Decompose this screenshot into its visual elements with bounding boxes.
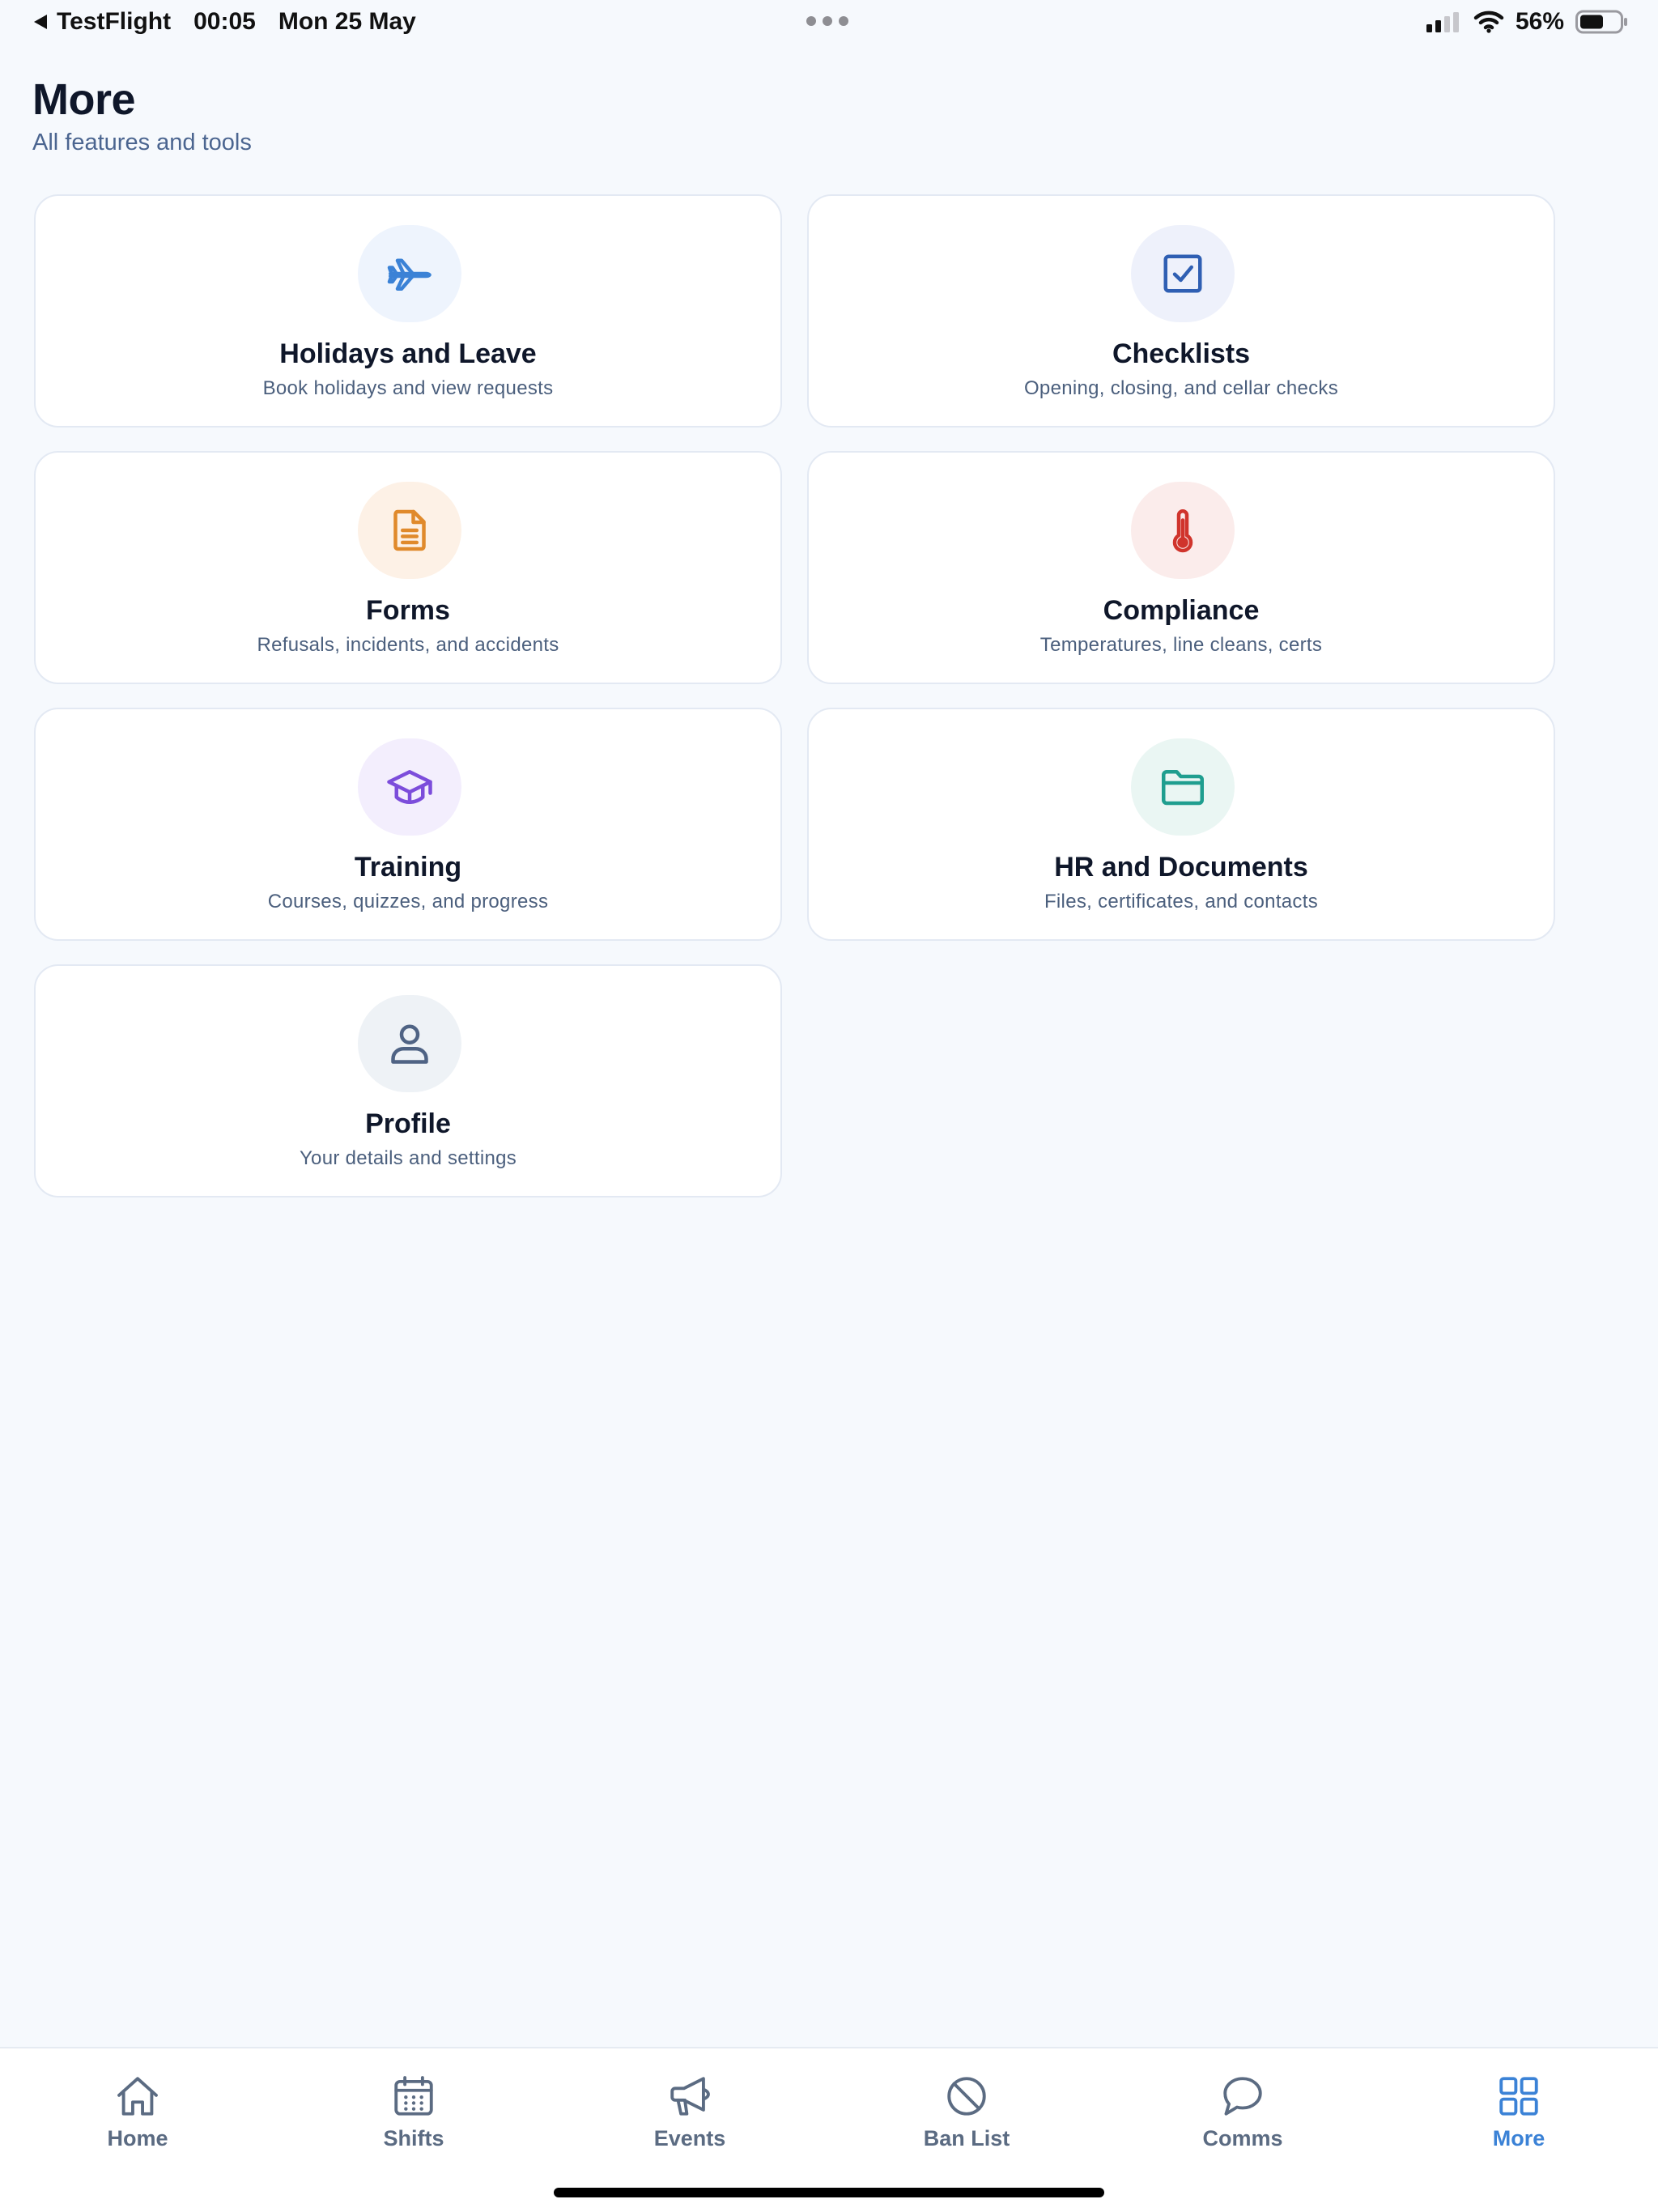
- card-forms[interactable]: Forms Refusals, incidents, and accidents: [34, 451, 782, 684]
- airplane-icon: [387, 258, 432, 291]
- tab-label: Events: [653, 2126, 726, 2150]
- card-description: Files, certificates, and contacts: [1044, 891, 1319, 912]
- more-screen: TestFlight 00:05 Mon 25 May 56% More All…: [0, 0, 1658, 2212]
- document-icon: [393, 509, 426, 551]
- tab-comms[interactable]: Comms: [1162, 2073, 1324, 2170]
- card-title: Compliance: [1103, 595, 1260, 626]
- card-icon-circle: [1131, 225, 1235, 322]
- battery-icon: [1575, 10, 1627, 34]
- tab-ban-list[interactable]: Ban List: [886, 2073, 1048, 2170]
- card-title: Forms: [366, 595, 450, 626]
- card-training[interactable]: Training Courses, quizzes, and progress: [34, 708, 782, 941]
- card-icon-circle: [358, 995, 461, 1092]
- card-description: Refusals, incidents, and accidents: [257, 634, 559, 656]
- thermometer-icon: [1172, 509, 1193, 553]
- card-compliance[interactable]: Compliance Temperatures, line cleans, ce…: [807, 451, 1555, 684]
- page-subtitle: All features and tools: [32, 130, 252, 155]
- tab-shifts[interactable]: Shifts: [333, 2073, 495, 2170]
- ban-icon: [947, 2077, 986, 2116]
- card-checklists[interactable]: Checklists Opening, closing, and cellar …: [807, 194, 1555, 428]
- status-bar: TestFlight 00:05 Mon 25 May 56%: [0, 0, 1658, 45]
- multitasking-dots-icon[interactable]: [806, 16, 848, 26]
- megaphone-icon: [670, 2077, 710, 2116]
- signal-icon: [1426, 12, 1459, 32]
- folder-icon: [1162, 770, 1204, 806]
- wifi-icon: [1473, 11, 1504, 33]
- back-app-label: TestFlight: [57, 8, 172, 35]
- calendar-icon: [394, 2076, 433, 2116]
- card-title: Checklists: [1112, 338, 1251, 369]
- tab-label: Ban List: [923, 2126, 1010, 2150]
- status-time: 00:05: [193, 8, 256, 35]
- card-icon-circle: [358, 225, 461, 322]
- card-title: Profile: [365, 1108, 451, 1139]
- card-icon-circle: [1131, 482, 1235, 579]
- tab-label: Shifts: [383, 2126, 444, 2150]
- tab-events[interactable]: Events: [609, 2073, 771, 2170]
- card-title: Training: [354, 852, 462, 883]
- chat-bubble-icon: [1223, 2077, 1262, 2116]
- card-icon-circle: [358, 482, 461, 579]
- card-description: Courses, quizzes, and progress: [267, 891, 549, 912]
- battery-percent: 56%: [1515, 8, 1564, 35]
- tab-home[interactable]: Home: [57, 2073, 219, 2170]
- home-indicator[interactable]: [554, 2188, 1104, 2197]
- card-description: Opening, closing, and cellar checks: [1023, 377, 1339, 399]
- card-hr-and-documents[interactable]: HR and Documents Files, certificates, an…: [807, 708, 1555, 941]
- card-title: HR and Documents: [1054, 852, 1308, 883]
- status-right: 56%: [1426, 8, 1629, 36]
- status-date: Mon 25 May: [278, 8, 416, 35]
- user-icon: [391, 1024, 428, 1064]
- grid-icon: [1499, 2077, 1538, 2116]
- card-icon-circle: [358, 738, 461, 836]
- card-holidays-and-leave[interactable]: Holidays and Leave Book holidays and vie…: [34, 194, 782, 428]
- card-description: Temperatures, line cleans, certs: [1039, 634, 1323, 656]
- back-arrow-icon: [34, 15, 47, 29]
- card-icon-circle: [1131, 738, 1235, 836]
- tab-label: More: [1492, 2126, 1545, 2150]
- back-to-app-button[interactable]: TestFlight: [32, 8, 171, 36]
- tab-label: Home: [107, 2126, 168, 2150]
- tab-label: Comms: [1202, 2126, 1283, 2150]
- card-profile[interactable]: Profile Your details and settings: [34, 964, 782, 1197]
- status-left: TestFlight 00:05 Mon 25 May: [32, 8, 416, 36]
- page-title: More: [32, 75, 136, 124]
- card-title: Holidays and Leave: [279, 338, 537, 369]
- card-description: Book holidays and view requests: [262, 377, 554, 399]
- graduation-cap-icon: [387, 770, 432, 804]
- home-icon: [117, 2077, 158, 2116]
- checkbox-icon: [1163, 254, 1202, 293]
- card-description: Your details and settings: [299, 1147, 517, 1169]
- tab-more[interactable]: More: [1438, 2073, 1600, 2170]
